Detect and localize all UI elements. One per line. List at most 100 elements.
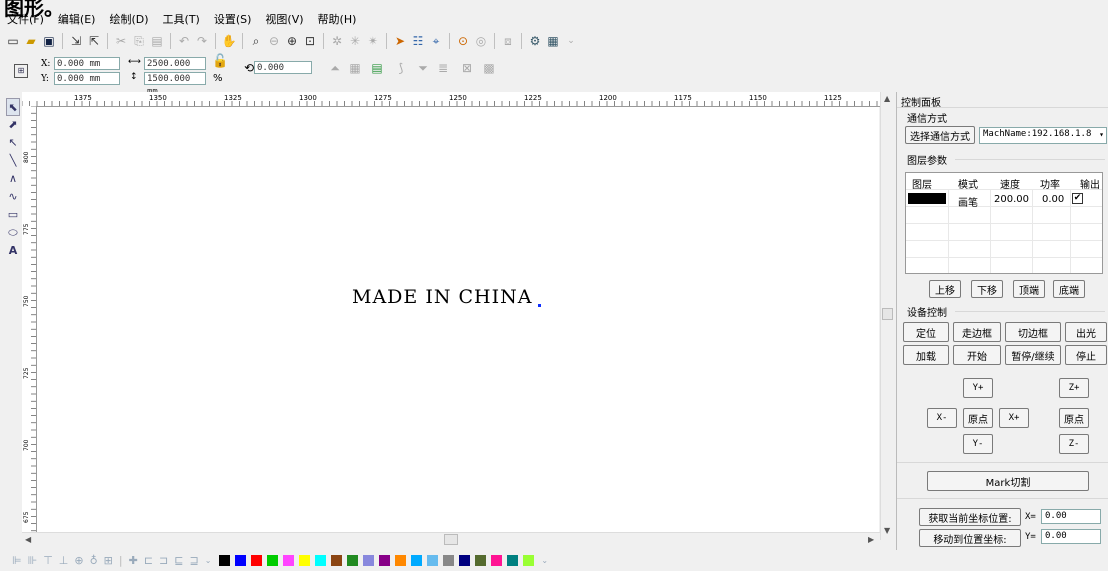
load-button[interactable]: 加载	[903, 345, 949, 365]
x-coord-input[interactable]: 0.00	[1041, 509, 1101, 524]
jog-x-plus-button[interactable]: X+	[999, 408, 1029, 428]
stop-button[interactable]: 停止	[1065, 345, 1107, 365]
color-swatch[interactable]	[379, 555, 391, 566]
z-origin-button[interactable]: 原点	[1059, 408, 1089, 428]
color-swatch[interactable]	[427, 555, 439, 566]
more-chevron-icon[interactable]: ⌄	[563, 33, 579, 49]
locate-button[interactable]: 定位	[903, 322, 949, 342]
move-bottom-button[interactable]: 底端	[1053, 280, 1085, 298]
zoom-fit-icon[interactable]: ⊡	[302, 33, 318, 49]
open-folder-icon[interactable]: ▰	[23, 33, 39, 49]
layer-table[interactable]: 图层 模式 速度 功率 输出 画笔 200.00 0.00 ✔	[905, 172, 1103, 274]
color-swatch[interactable]	[267, 555, 279, 566]
position-anchor-icon[interactable]: ⊞	[14, 64, 28, 78]
zoom-icon[interactable]: ⌕	[248, 33, 264, 49]
layer-color-swatch[interactable]	[908, 193, 946, 204]
color-swatch[interactable]	[251, 555, 263, 566]
line-tool-icon[interactable]: ╲	[6, 152, 20, 170]
grid-icon[interactable]: ▩	[481, 60, 497, 76]
copy-icon[interactable]: ⎘	[131, 33, 147, 49]
move-top-button[interactable]: 顶端	[1013, 280, 1045, 298]
align-vcenter-icon[interactable]: ♁	[90, 554, 98, 567]
align-icon[interactable]: ☷	[410, 33, 426, 49]
color-swatch[interactable]	[443, 555, 455, 566]
new-file-icon[interactable]: ▭	[5, 33, 21, 49]
lead-icon[interactable]: ◎	[473, 33, 489, 49]
move-up-button[interactable]: 上移	[929, 280, 961, 298]
machine-name-select[interactable]: MachName:192.168.1.8 ▾	[979, 127, 1107, 144]
color-swatch[interactable]	[315, 555, 327, 566]
menu-draw[interactable]: 绘制(D)	[102, 11, 155, 27]
menu-view[interactable]: 视图(V)	[258, 11, 310, 27]
node-icon[interactable]: ⊠	[459, 60, 475, 76]
align-top-icon[interactable]: ⊤	[43, 554, 53, 567]
group-icon[interactable]: ✲	[329, 33, 345, 49]
mirror-v-icon[interactable]: ⏷	[415, 60, 431, 76]
path-icon[interactable]: ⟆	[393, 60, 409, 76]
jog-x-minus-button[interactable]: X-	[927, 408, 957, 428]
y-coord-input[interactable]: 0.00	[1041, 529, 1101, 544]
xy-origin-button[interactable]: 原点	[963, 408, 993, 428]
move-down-button[interactable]: 下移	[971, 280, 1003, 298]
monitor-icon[interactable]: ▦	[545, 33, 561, 49]
zoom-in-icon[interactable]: ⊕	[284, 33, 300, 49]
select-comm-button[interactable]: 选择通信方式	[905, 126, 975, 144]
color-swatch[interactable]	[459, 555, 471, 566]
x-position-input[interactable]: 0.000 mm	[54, 57, 120, 70]
align-left-icon[interactable]: ⊫	[12, 554, 22, 567]
pan-hand-icon[interactable]: ✋	[221, 33, 237, 49]
polyline-tool-icon[interactable]: ∧	[6, 170, 20, 188]
distribute-h-icon[interactable]: ⊑	[174, 554, 183, 567]
text-tool-icon[interactable]: A	[6, 242, 20, 260]
y-position-input[interactable]: 0.000 mm	[54, 72, 120, 85]
node-select-tool-icon[interactable]: ⬈	[6, 116, 20, 134]
curve-tool-icon[interactable]: ∿	[6, 188, 20, 206]
scroll-left-icon[interactable]: ◀	[25, 535, 31, 544]
horizontal-scrollbar[interactable]: ◀ ▶	[22, 532, 880, 547]
lock-ratio-icon[interactable]: 🔓	[212, 54, 228, 69]
color-swatch[interactable]	[411, 555, 423, 566]
menu-edit[interactable]: 编辑(E)	[51, 11, 103, 27]
ellipse-tool-icon[interactable]: ⬭	[6, 224, 20, 242]
redo-icon[interactable]: ↷	[194, 33, 210, 49]
align-bottom-icon[interactable]: ⊥	[59, 554, 69, 567]
origin-icon[interactable]: ⊙	[455, 33, 471, 49]
scroll-up-icon[interactable]: ▲	[884, 94, 890, 103]
start-button[interactable]: 开始	[953, 345, 1001, 365]
gear-icon[interactable]: ⚙	[527, 33, 543, 49]
scroll-down-icon[interactable]: ▼	[884, 526, 890, 535]
array-icon[interactable]: ▦	[347, 60, 363, 76]
move-to-position-button[interactable]: 移动到位置坐标:	[919, 529, 1021, 547]
export-icon[interactable]: ⇱	[86, 33, 102, 49]
vertical-scrollbar[interactable]: ▲ ▼	[880, 92, 895, 540]
color-swatch[interactable]	[395, 555, 407, 566]
menu-file[interactable]: 文件(F)	[0, 11, 51, 27]
jog-y-plus-button[interactable]: Y+	[963, 378, 993, 398]
color-swatch[interactable]	[299, 555, 311, 566]
color-swatch[interactable]	[491, 555, 503, 566]
color-swatch[interactable]	[507, 555, 519, 566]
menu-tools[interactable]: 工具(T)	[156, 11, 207, 27]
cut-icon[interactable]: ✂	[113, 33, 129, 49]
rotate-angle-input[interactable]: 0.000	[254, 61, 312, 74]
color-swatch[interactable]	[331, 555, 343, 566]
frame-icon[interactable]: ⧈	[500, 33, 516, 49]
same-height-icon[interactable]: ⊏	[144, 554, 153, 567]
fire-laser-button[interactable]: 出光	[1065, 322, 1107, 342]
canvas-text-object[interactable]: MADE IN CHINA	[352, 286, 532, 308]
ungroup-icon[interactable]: ✳	[347, 33, 363, 49]
color-swatch[interactable]	[475, 555, 487, 566]
color-swatch[interactable]	[235, 555, 247, 566]
color-swatch[interactable]	[283, 555, 295, 566]
rectangle-tool-icon[interactable]: ▭	[6, 206, 20, 224]
mirror-h-icon[interactable]: ⏶	[327, 60, 343, 76]
align-right-icon[interactable]: ⊪	[28, 554, 38, 567]
distribute-icon[interactable]: ▤	[369, 60, 385, 76]
chevron-down-icon[interactable]: ▾	[1099, 128, 1104, 141]
paste-icon[interactable]: ▤	[149, 33, 165, 49]
combine-icon[interactable]: ✴	[365, 33, 381, 49]
select-tool-icon[interactable]: ⬉	[6, 98, 20, 116]
height-input[interactable]: 1500.000 mm	[144, 72, 206, 97]
menu-help[interactable]: 帮助(H)	[311, 11, 364, 27]
align-center-icon[interactable]: ⊕	[74, 554, 83, 567]
